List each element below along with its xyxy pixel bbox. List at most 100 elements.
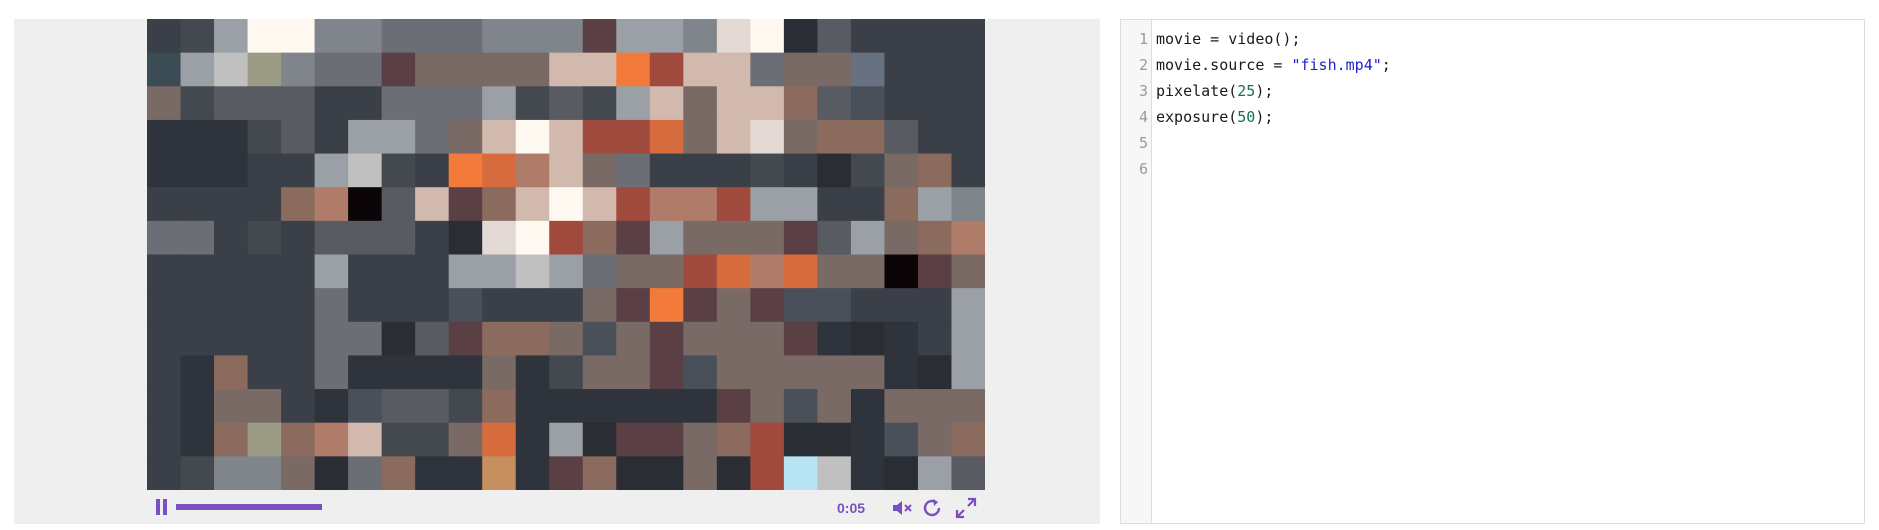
video-pixel-block (884, 86, 919, 121)
video-pixel-block (381, 86, 416, 121)
video-pixel-block (348, 19, 383, 54)
video-pixel-block (582, 52, 617, 87)
video-pixel-block (616, 220, 651, 256)
video-pixel-block (951, 220, 985, 256)
video-pixel-block (214, 288, 249, 323)
video-pixel-block (549, 422, 584, 457)
code-line[interactable]: 6 (1121, 156, 1864, 182)
video-pixel-block (214, 19, 249, 54)
video-pixel-block (683, 19, 718, 54)
video-pixel-block (415, 52, 450, 87)
video-pixel-block (750, 119, 785, 155)
video-pixel-block (616, 389, 651, 424)
video-pixel-block (850, 220, 886, 256)
video-pixel-block (783, 355, 818, 390)
video-pixel-block (649, 389, 684, 424)
video-pixel-block (314, 220, 349, 256)
fullscreen-icon[interactable] (954, 496, 978, 520)
video-pixel-block (683, 86, 718, 121)
video-pixel-block (917, 389, 953, 424)
video-pixel-block (214, 321, 249, 357)
video-pixel-block (716, 86, 751, 121)
video-pixel-block (884, 456, 919, 490)
video-pixel-block (482, 422, 517, 457)
code-line[interactable]: 5 (1121, 130, 1864, 156)
code-editor[interactable]: 1 movie = video(); 2 movie.source = "fish.m… (1120, 19, 1865, 524)
video-pixel-block (750, 86, 785, 121)
video-pixel-block (582, 119, 617, 155)
video-pixel-block (515, 321, 550, 357)
video-pixel-block (750, 19, 785, 54)
code-line[interactable]: 2 movie.source = "fish.mp4"; (1121, 52, 1864, 78)
video-pixel-block (917, 153, 953, 188)
video-pixel-block (750, 187, 785, 222)
video-pixel-block (180, 422, 215, 457)
video-pixel-block (917, 119, 953, 155)
video-pixel-block (917, 321, 953, 357)
video-pixel-block (448, 220, 483, 256)
video-pixel-block (247, 19, 282, 54)
video-display[interactable] (147, 19, 985, 490)
video-pixel-block (147, 254, 182, 289)
video-pixel-block (180, 355, 215, 390)
progress-bar[interactable] (176, 504, 696, 510)
code-line[interactable]: 3 pixelate(25); (1121, 78, 1864, 104)
video-pixel-block (314, 288, 349, 323)
video-pixel-block (683, 422, 718, 457)
video-pixel-block (951, 422, 985, 457)
pause-icon[interactable] (156, 499, 168, 515)
code-line[interactable]: 4 exposure(50); (1121, 104, 1864, 130)
video-pixel-block (582, 456, 617, 490)
video-pixel-block (716, 389, 751, 424)
video-pixel-block (549, 254, 584, 289)
video-pixel-block (515, 254, 550, 289)
video-pixel-block (850, 288, 886, 323)
video-pixel-block (314, 187, 349, 222)
video-pixel-block (415, 254, 450, 289)
video-pixel-block (281, 52, 316, 87)
video-pixel-block (850, 389, 886, 424)
line-code: exposure(50); (1156, 104, 1273, 130)
video-pixel-block (582, 187, 617, 222)
replay-icon[interactable] (920, 496, 944, 520)
video-pixel-block (314, 86, 349, 121)
mute-icon[interactable] (890, 496, 914, 520)
video-pixel-block (951, 86, 985, 121)
video-pixel-block (817, 456, 852, 490)
video-pixel-block (180, 153, 215, 188)
video-pixel-block (281, 422, 316, 457)
video-pixel-block (884, 153, 919, 188)
video-pixel-block (214, 355, 249, 390)
video-pixel-block (247, 254, 282, 289)
video-pixel-block (750, 355, 785, 390)
video-pixel-block (448, 153, 483, 188)
video-pixel-block (448, 288, 483, 323)
video-pixel-block (381, 153, 416, 188)
video-pixel-block (683, 220, 718, 256)
video-pixel-block (783, 119, 818, 155)
video-pixel-block (683, 254, 718, 289)
video-pixel-block (348, 288, 383, 323)
video-pixel-block (750, 422, 785, 457)
video-pixel-block (348, 422, 383, 457)
video-pixel-block (247, 422, 282, 457)
video-pixel-block (281, 187, 316, 222)
video-pixel-block (515, 456, 550, 490)
video-pixel-block (582, 220, 617, 256)
video-pixel-block (817, 187, 852, 222)
video-pixel-block (549, 389, 584, 424)
video-pixel-block (415, 187, 450, 222)
video-pixel-block (549, 187, 584, 222)
video-pixel-block (884, 422, 919, 457)
video-pixel-block (381, 254, 416, 289)
video-pixel-block (649, 254, 684, 289)
video-pixel-block (783, 187, 818, 222)
video-pixel-block (214, 456, 249, 490)
code-line[interactable]: 1 movie = video(); (1121, 26, 1864, 52)
progress-fill (176, 504, 322, 510)
video-pixel-block (549, 153, 584, 188)
video-pixel-block (314, 119, 349, 155)
video-pixel-block (817, 254, 852, 289)
video-pixel-block (482, 19, 517, 54)
video-pixel-block (817, 288, 852, 323)
